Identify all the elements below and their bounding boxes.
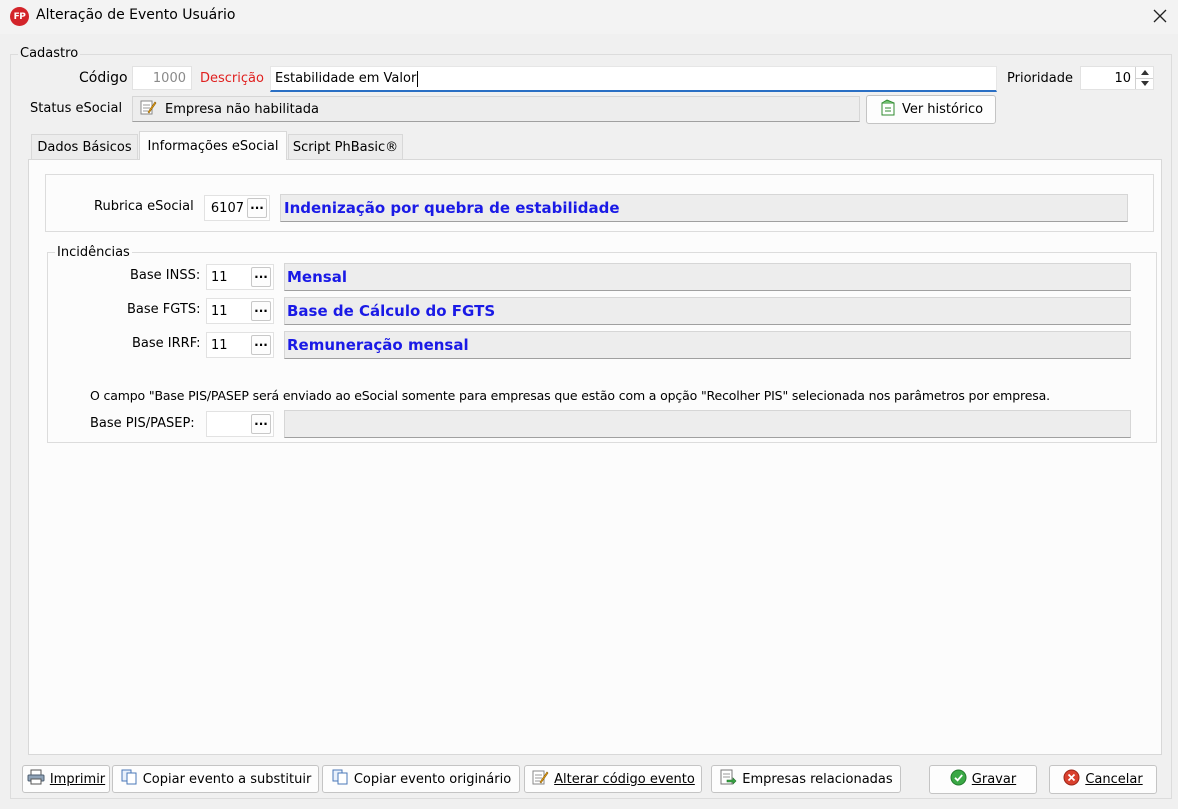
- check-circle-icon: [950, 769, 967, 790]
- status-esocial-value: Empresa não habilitada: [165, 101, 319, 117]
- window-title: Alteração de Evento Usuário: [36, 7, 236, 23]
- base-fgts-label: Base FGTS:: [127, 302, 201, 317]
- empresas-relacionadas-button[interactable]: Empresas relacionadas: [711, 765, 901, 793]
- base-fgts-field[interactable]: 11 ···: [206, 298, 274, 324]
- app-logo-icon: FP: [10, 7, 29, 26]
- rubrica-code-field[interactable]: 6107 ···: [204, 195, 270, 221]
- tab-informacoes-esocial-label: Informações eSocial: [147, 138, 279, 154]
- ver-historico-button[interactable]: Ver histórico: [866, 95, 996, 124]
- alterar-codigo-evento-label: Alterar código evento: [554, 771, 695, 787]
- base-fgts-desc-field: Base de Cálculo do FGTS: [284, 297, 1131, 325]
- base-inss-code: 11: [211, 269, 228, 285]
- base-inss-field[interactable]: 11 ···: [206, 264, 274, 290]
- tab-dados-basicos[interactable]: Dados Básicos: [31, 134, 138, 159]
- base-irrf-lookup-button[interactable]: ···: [251, 335, 271, 355]
- base-pis-pasep-desc-field: [284, 410, 1131, 438]
- tab-panel: [28, 159, 1162, 755]
- base-fgts-desc: Base de Cálculo do FGTS: [287, 302, 496, 320]
- rubrica-lookup-button[interactable]: ···: [247, 198, 267, 218]
- history-icon: [879, 98, 897, 121]
- empresas-relacionadas-label: Empresas relacionadas: [742, 771, 893, 787]
- descricao-input[interactable]: Estabilidade em Valor: [270, 66, 997, 92]
- descricao-value: Estabilidade em Valor: [275, 71, 417, 86]
- base-irrf-desc-field: Remuneração mensal: [284, 331, 1131, 359]
- codigo-field[interactable]: 1000: [132, 66, 192, 90]
- codigo-value: 1000: [152, 70, 186, 86]
- descricao-label: Descrição: [200, 71, 264, 86]
- tab-script-phbasic[interactable]: Script PhBasic®: [288, 134, 403, 159]
- imprimir-button[interactable]: Imprimir: [22, 765, 110, 793]
- base-pis-pasep-label: Base PIS/PASEP:: [90, 416, 195, 431]
- base-pis-pasep-lookup-button[interactable]: ···: [251, 414, 271, 434]
- base-irrf-code: 11: [211, 337, 228, 353]
- status-esocial-field: Empresa não habilitada: [132, 96, 860, 122]
- tab-script-phbasic-label: Script PhBasic®: [292, 139, 399, 155]
- base-fgts-lookup-button[interactable]: ···: [251, 301, 271, 321]
- spinner-up-icon[interactable]: [1136, 67, 1153, 79]
- status-esocial-label: Status eSocial: [30, 101, 123, 116]
- codigo-label: Código: [79, 70, 128, 86]
- cancelar-label: Cancelar: [1085, 772, 1143, 787]
- document-arrow-icon: [719, 768, 737, 790]
- tab-dados-basicos-label: Dados Básicos: [37, 139, 132, 155]
- prioridade-spinner[interactable]: 10: [1080, 66, 1154, 90]
- cancelar-button[interactable]: Cancelar: [1049, 765, 1157, 794]
- title-bar: FP Alteração de Evento Usuário: [0, 0, 1178, 34]
- base-irrf-field[interactable]: 11 ···: [206, 332, 274, 358]
- base-inss-lookup-button[interactable]: ···: [251, 267, 271, 287]
- copy-icon: [120, 769, 138, 789]
- rubrica-desc-value: Indenização por quebra de estabilidade: [284, 199, 620, 217]
- base-irrf-desc: Remuneração mensal: [287, 336, 469, 354]
- gravar-label: Gravar: [971, 772, 1017, 787]
- edit-note-icon: [531, 768, 549, 790]
- cancel-circle-icon: [1063, 769, 1080, 790]
- gravar-button[interactable]: Gravar: [929, 765, 1037, 794]
- copiar-evento-originario-label: Copiar evento originário: [353, 771, 512, 787]
- rubrica-esocial-label: Rubrica eSocial: [94, 199, 194, 214]
- base-fgts-code: 11: [211, 303, 228, 319]
- base-pis-pasep-field[interactable]: ···: [206, 411, 274, 437]
- spinner-down-icon[interactable]: [1136, 79, 1153, 90]
- rubrica-code-value: 6107: [210, 200, 244, 216]
- prioridade-label: Prioridade: [1007, 71, 1073, 86]
- base-inss-label: Base INSS:: [130, 268, 201, 283]
- close-icon[interactable]: [1146, 2, 1174, 30]
- base-inss-desc: Mensal: [287, 268, 347, 286]
- pis-pasep-note: O campo "Base PIS/PASEP será enviado ao …: [90, 388, 1050, 403]
- copy-icon: [331, 769, 349, 789]
- incidencias-legend: Incidências: [55, 245, 132, 260]
- printer-icon: [27, 769, 45, 789]
- prioridade-value: 10: [1114, 70, 1131, 86]
- alterar-codigo-evento-button[interactable]: Alterar código evento: [524, 765, 702, 793]
- ver-historico-label: Ver histórico: [901, 102, 984, 117]
- copiar-evento-originario-button[interactable]: Copiar evento originário: [322, 765, 520, 793]
- imprimir-label: Imprimir: [49, 771, 106, 787]
- tab-informacoes-esocial[interactable]: Informações eSocial: [139, 131, 287, 160]
- cadastro-legend: Cadastro: [18, 46, 81, 61]
- base-inss-desc-field: Mensal: [284, 263, 1131, 291]
- base-irrf-label: Base IRRF:: [132, 336, 201, 351]
- edit-note-icon: [139, 98, 157, 120]
- copiar-evento-substituir-button[interactable]: Copiar evento a substituir: [112, 765, 319, 793]
- rubrica-desc-field: Indenização por quebra de estabilidade: [280, 194, 1128, 222]
- copiar-evento-substituir-label: Copiar evento a substituir: [142, 771, 312, 787]
